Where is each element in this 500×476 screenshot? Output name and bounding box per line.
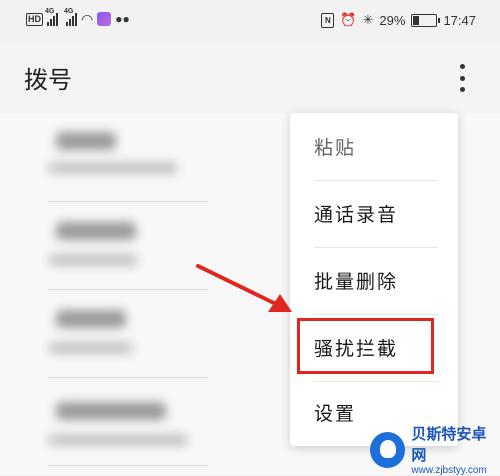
watermark-name: 贝斯特安卓网 <box>411 425 487 464</box>
arrow-icon <box>196 264 292 312</box>
watermark-logo-icon <box>370 431 406 468</box>
watermark-url: www.zjbstyy.com <box>411 465 487 476</box>
watermark: 贝斯特安卓网 www.zjbstyy.com <box>370 423 500 476</box>
watermark-text: 贝斯特安卓网 www.zjbstyy.com <box>411 423 500 476</box>
